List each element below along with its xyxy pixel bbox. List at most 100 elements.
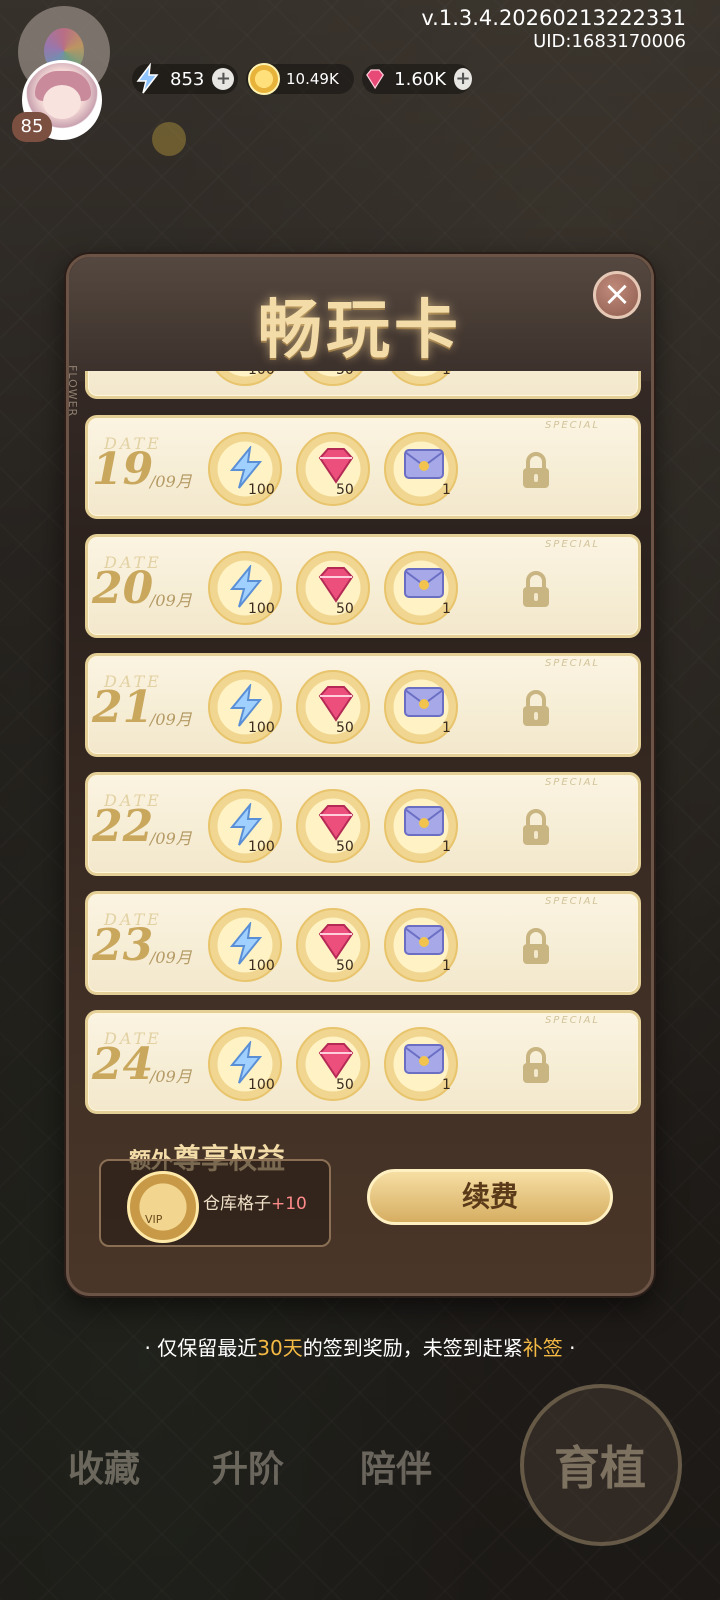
row-month: /09月 (150, 948, 192, 967)
reward-row[interactable]: SPECIAL DATE 19/09月 100 50 1 (85, 415, 641, 519)
envelope-icon (404, 1044, 444, 1074)
clover-coin-icon (248, 63, 280, 95)
reward-row-partial: 100 50 1 (85, 371, 641, 399)
renew-button[interactable]: 续费 (367, 1169, 613, 1225)
dialog-title: 畅玩卡 (258, 293, 462, 368)
lock-icon (523, 452, 549, 488)
energy-count: 100 (248, 839, 275, 855)
lock-icon-wrap (520, 571, 552, 609)
energy-count: 100 (248, 482, 275, 498)
special-label: SPECIAL (544, 658, 600, 669)
coin-value: 10.49K (286, 70, 339, 88)
row-month: /09月 (150, 710, 192, 729)
letter-reward: 1 (384, 551, 458, 625)
row-day: 22 (92, 801, 154, 852)
special-label: SPECIAL (544, 896, 600, 907)
gem-counter: 1.60K + (362, 64, 472, 94)
signin-note: · 仅保留最近30天的签到奖励，未签到赶紧补签 · (144, 1336, 576, 1360)
lock-icon-wrap (520, 928, 552, 966)
energy-value: 853 (170, 68, 205, 90)
row-day: 19 (92, 444, 154, 495)
letter-reward: 1 (384, 908, 458, 982)
coin-counter: 10.49K (246, 63, 354, 95)
lock-icon-wrap (520, 690, 552, 728)
reward-row[interactable]: SPECIAL DATE 23/09月 100 50 1 (85, 891, 641, 995)
letter-reward: 1 (384, 1027, 458, 1101)
energy-counter: 853 + (132, 63, 238, 94)
gem-icon (318, 1043, 354, 1079)
letter-reward: 1 (384, 432, 458, 506)
row-month: /09月 (150, 1067, 192, 1086)
gem-reward: 50 (296, 1027, 370, 1101)
close-button[interactable]: × (593, 271, 641, 319)
row-day: 23 (92, 920, 154, 971)
lock-icon (523, 1047, 549, 1083)
reward-row[interactable]: SPECIAL DATE 24/09月 100 50 1 (85, 1010, 641, 1114)
reward-row[interactable]: SPECIAL DATE 22/09月 100 50 1 (85, 772, 641, 876)
envelope-icon (404, 806, 444, 836)
add-energy-button[interactable]: + (212, 68, 235, 90)
letter-count: 1 (442, 1077, 451, 1093)
gem-reward: 50 (296, 371, 370, 386)
letter-count: 1 (442, 720, 451, 736)
energy-reward: 100 (208, 908, 282, 982)
reward-row[interactable]: SPECIAL DATE 20/09月 100 50 1 (85, 534, 641, 638)
add-gem-button[interactable]: + (454, 68, 472, 90)
side-decor-text: FLOWER (66, 365, 79, 418)
lock-icon-wrap (520, 1047, 552, 1085)
special-label: SPECIAL (544, 420, 600, 431)
letter-count: 1 (442, 601, 451, 617)
row-month: /09月 (150, 829, 192, 848)
nav-accompany[interactable]: 陪伴 (360, 1440, 432, 1492)
energy-count: 100 (248, 1077, 275, 1093)
lock-icon (523, 571, 549, 607)
letter-reward: 1 (384, 670, 458, 744)
lock-icon-wrap (520, 452, 552, 490)
gem-count: 50 (336, 958, 354, 974)
nav-upgrade[interactable]: 升阶 (212, 1440, 284, 1492)
row-day: 24 (92, 1039, 154, 1090)
gem-count: 50 (336, 839, 354, 855)
grow-button-label: 育植 (554, 1441, 646, 1495)
energy-reward: 100 (208, 371, 282, 386)
background-lock-icon (152, 122, 186, 156)
gem-icon (318, 805, 354, 841)
row-month: /09月 (150, 591, 192, 610)
gem-reward: 50 (296, 789, 370, 863)
energy-count: 100 (248, 958, 275, 974)
energy-count: 100 (248, 601, 275, 617)
reward-list[interactable]: 100 50 1 SPECIALDATE19/09月100501SPECIALD… (85, 371, 641, 1121)
envelope-icon (404, 568, 444, 598)
special-label: SPECIAL (544, 777, 600, 788)
lock-icon (523, 928, 549, 964)
envelope-icon (404, 449, 444, 479)
gem-icon (366, 69, 384, 90)
player-level-badge: 85 (12, 112, 52, 142)
nav-collect[interactable]: 收藏 (68, 1440, 140, 1492)
lock-icon-wrap (520, 809, 552, 847)
makeup-signin-link[interactable]: 补签 (523, 1336, 563, 1360)
row-month: /09月 (150, 472, 192, 491)
special-label: SPECIAL (544, 539, 600, 550)
letter-reward: 1 (384, 789, 458, 863)
letter-count: 1 (442, 958, 451, 974)
gem-count: 50 (336, 1077, 354, 1093)
reward-row[interactable]: SPECIAL DATE 21/09月 100 50 1 (85, 653, 641, 757)
energy-reward: 100 (208, 670, 282, 744)
gem-reward: 50 (296, 908, 370, 982)
gem-count: 50 (336, 720, 354, 736)
gem-icon (318, 924, 354, 960)
lock-icon (523, 690, 549, 726)
energy-count: 100 (248, 720, 275, 736)
letter-reward: 1 (384, 371, 458, 386)
gem-icon (318, 448, 354, 484)
energy-reward: 100 (208, 789, 282, 863)
row-day: 21 (92, 682, 154, 733)
gem-reward: 50 (296, 670, 370, 744)
letter-count: 1 (442, 839, 451, 855)
envelope-icon (404, 687, 444, 717)
vip-label: VIP (145, 1213, 163, 1226)
row-day: 20 (92, 563, 154, 614)
gem-icon (318, 686, 354, 722)
gem-count: 50 (336, 601, 354, 617)
